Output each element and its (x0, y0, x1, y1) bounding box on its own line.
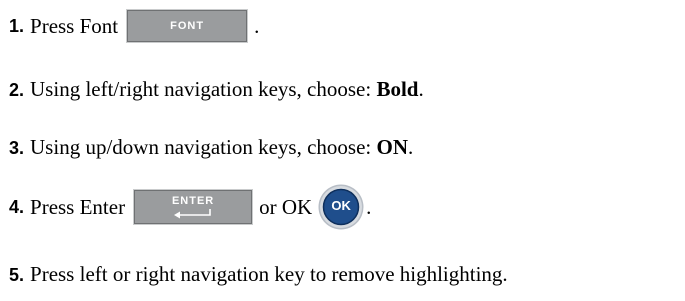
step-period: . (254, 13, 260, 38)
font-key-icon: FONT (126, 9, 249, 43)
ok-button-label: OK (331, 198, 351, 213)
enter-key-label: ENTER (171, 195, 215, 207)
step-number: 3. (9, 137, 25, 158)
step-period: . (418, 77, 424, 101)
step-number: 2. (9, 79, 25, 100)
step-text: Press left or right navigation key to re… (30, 262, 508, 286)
step-number: 1. (9, 16, 25, 36)
step-text: Press Enter (30, 194, 126, 219)
step-1: 1. Press Font FONT . (9, 9, 259, 43)
step-3: 3. Using up/down navigation keys, choose… (9, 137, 413, 158)
step-4: 4. Press Enter ENTER or OK OK . (9, 184, 371, 230)
enter-key-icon: ENTER (133, 189, 254, 225)
step-5: 5. Press left or right navigation key to… (9, 264, 508, 285)
step-period: . (366, 194, 372, 219)
step-text: Using left/right navigation keys, choose… (30, 77, 377, 101)
step-number: 4. (9, 197, 25, 217)
step-2: 2. Using left/right navigation keys, cho… (9, 79, 424, 100)
enter-arrow-icon (174, 209, 211, 219)
step-text-or: or OK (259, 194, 313, 219)
step-number: 5. (9, 264, 25, 285)
font-key-label: FONT (170, 20, 205, 32)
step-text: Press Font (30, 13, 119, 38)
step-period: . (407, 135, 414, 159)
step-text: Using up/down navigation keys, choose: (30, 135, 377, 159)
option-on: ON (376, 135, 408, 159)
option-bold: Bold (376, 77, 419, 101)
ok-button-icon: OK (318, 184, 364, 230)
